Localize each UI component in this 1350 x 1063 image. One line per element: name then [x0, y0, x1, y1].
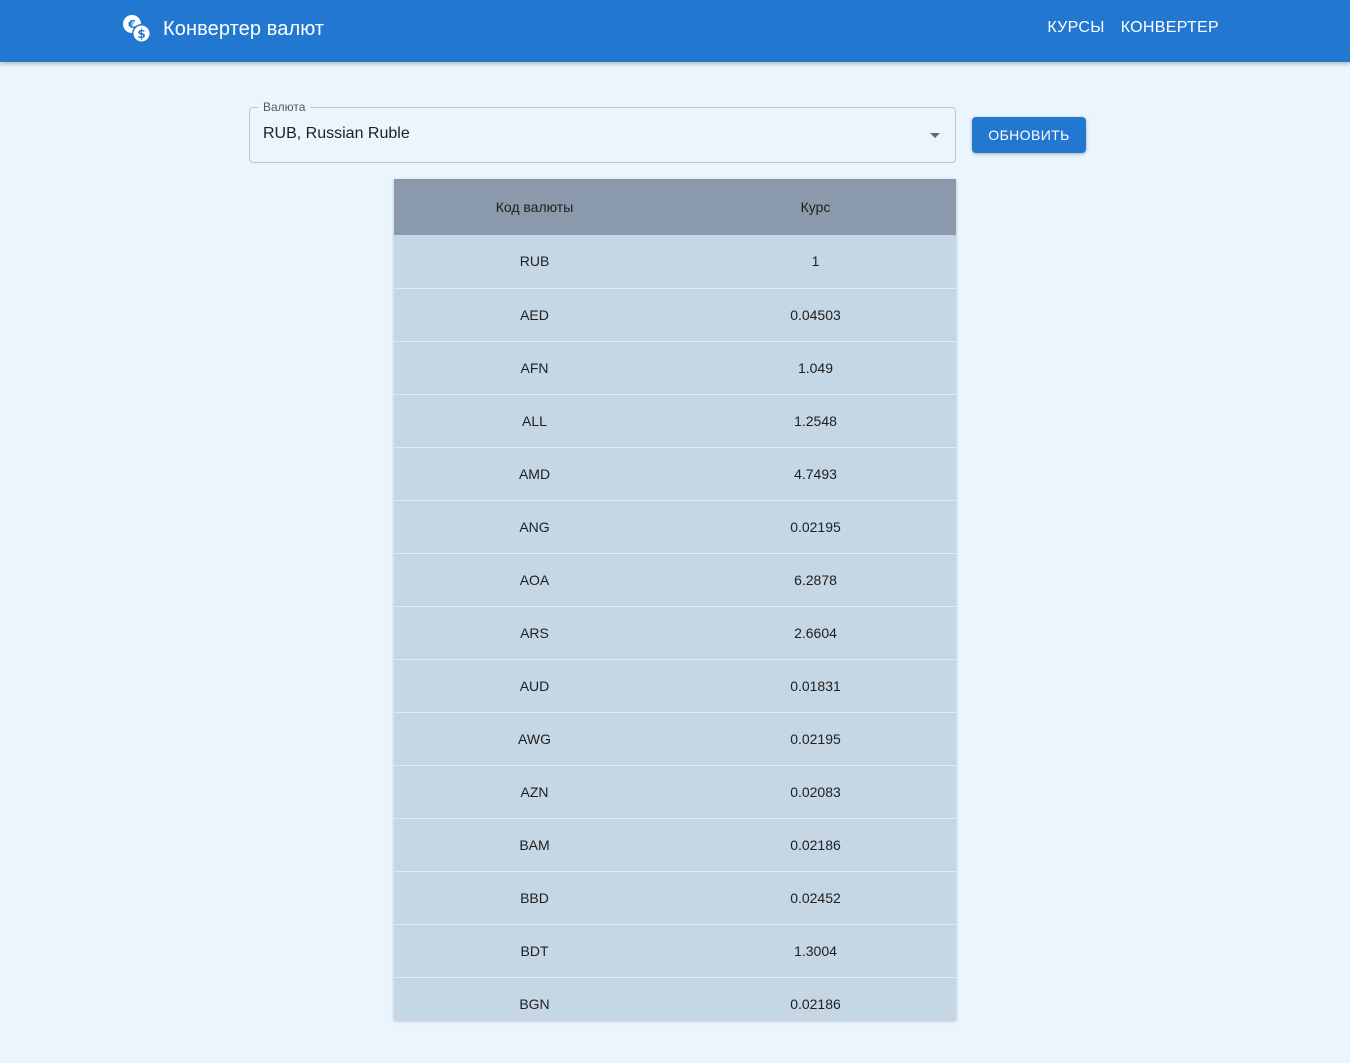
table-row: AFN 1.049 — [394, 341, 956, 395]
table-row: ANG 0.02195 — [394, 500, 956, 554]
app-title: Конвертер валют — [163, 17, 325, 40]
currency-code-cell: RUB — [394, 235, 675, 289]
currency-code-cell: AFN — [394, 341, 675, 395]
rate-cell: 0.01831 — [675, 659, 956, 713]
brand-link[interactable]: € $ Конвертер валют — [122, 13, 324, 45]
column-header-rate: Курс — [675, 179, 956, 235]
table-row: ALL 1.2548 — [394, 394, 956, 448]
table-row: AED 0.04503 — [394, 288, 956, 342]
currency-code-cell: AED — [394, 288, 675, 342]
rate-cell: 2.6604 — [675, 606, 956, 660]
rates-table-container[interactable]: Код валюты Курс RUB 1 AED 0.04503 AFN 1.049 AL… — [394, 179, 956, 1020]
column-header-code: Код валюты — [394, 179, 675, 235]
currency-code-cell: BDT — [394, 924, 675, 978]
rates-table: Код валюты Курс RUB 1 AED 0.04503 AFN 1.049 AL… — [394, 179, 956, 1020]
table-row: BGN 0.02186 — [394, 977, 956, 1020]
currency-code-cell: AUD — [394, 659, 675, 713]
currency-code-cell: AOA — [394, 553, 675, 607]
dropdown-arrow-icon — [930, 133, 940, 138]
table-row: RUB 1 — [394, 235, 956, 289]
nav-converter-link[interactable]: КОНВЕРТЕР — [1121, 19, 1219, 37]
rates-table-body: RUB 1 AED 0.04503 AFN 1.049 ALL 1.2548 AMD 4.7493… — [394, 235, 956, 1020]
rate-cell: 6.2878 — [675, 553, 956, 607]
table-row: BDT 1.3004 — [394, 924, 956, 978]
table-row: AMD 4.7493 — [394, 447, 956, 501]
header-row: Код валюты Курс — [394, 179, 956, 235]
currency-code-cell: BBD — [394, 871, 675, 925]
currency-exchange-icon: € $ — [123, 15, 151, 43]
svg-text:$: $ — [137, 27, 145, 41]
rates-table-header: Код валюты Курс — [394, 179, 956, 235]
rate-cell: 0.02195 — [675, 500, 956, 554]
rate-cell: 1.049 — [675, 341, 956, 395]
currency-code-cell: AWG — [394, 712, 675, 766]
rate-cell: 0.02186 — [675, 977, 956, 1020]
top-nav: КУРСЫ КОНВЕРТЕР — [1047, 19, 1219, 37]
app-bar: € $ Конвертер валют КУРСЫ КОНВЕРТЕР — [0, 0, 1350, 62]
currency-code-cell: ANG — [394, 500, 675, 554]
table-row: ARS 2.6604 — [394, 606, 956, 660]
rate-cell: 0.04503 — [675, 288, 956, 342]
rate-cell: 1 — [675, 235, 956, 289]
currency-code-cell: BAM — [394, 818, 675, 872]
currency-code-cell: AZN — [394, 765, 675, 819]
nav-rates-link[interactable]: КУРСЫ — [1047, 19, 1104, 37]
update-button[interactable]: ОБНОВИТЬ — [972, 117, 1086, 153]
rate-cell: 4.7493 — [675, 447, 956, 501]
table-row: AOA 6.2878 — [394, 553, 956, 607]
currency-select[interactable]: Валюта RUB, Russian Ruble — [249, 99, 956, 163]
currency-code-cell: ARS — [394, 606, 675, 660]
currency-select-label: Валюта — [258, 99, 311, 115]
table-row: AUD 0.01831 — [394, 659, 956, 713]
currency-code-cell: AMD — [394, 447, 675, 501]
currency-code-cell: BGN — [394, 977, 675, 1020]
rate-cell: 0.02186 — [675, 818, 956, 872]
table-row: BAM 0.02186 — [394, 818, 956, 872]
rate-cell: 1.3004 — [675, 924, 956, 978]
currency-select-value: RUB, Russian Ruble — [263, 125, 410, 142]
table-row: AWG 0.02195 — [394, 712, 956, 766]
rate-cell: 1.2548 — [675, 394, 956, 448]
rate-cell: 0.02452 — [675, 871, 956, 925]
table-row: BBD 0.02452 — [394, 871, 956, 925]
table-row: AZN 0.02083 — [394, 765, 956, 819]
rate-cell: 0.02083 — [675, 765, 956, 819]
rate-cell: 0.02195 — [675, 712, 956, 766]
currency-code-cell: ALL — [394, 394, 675, 448]
